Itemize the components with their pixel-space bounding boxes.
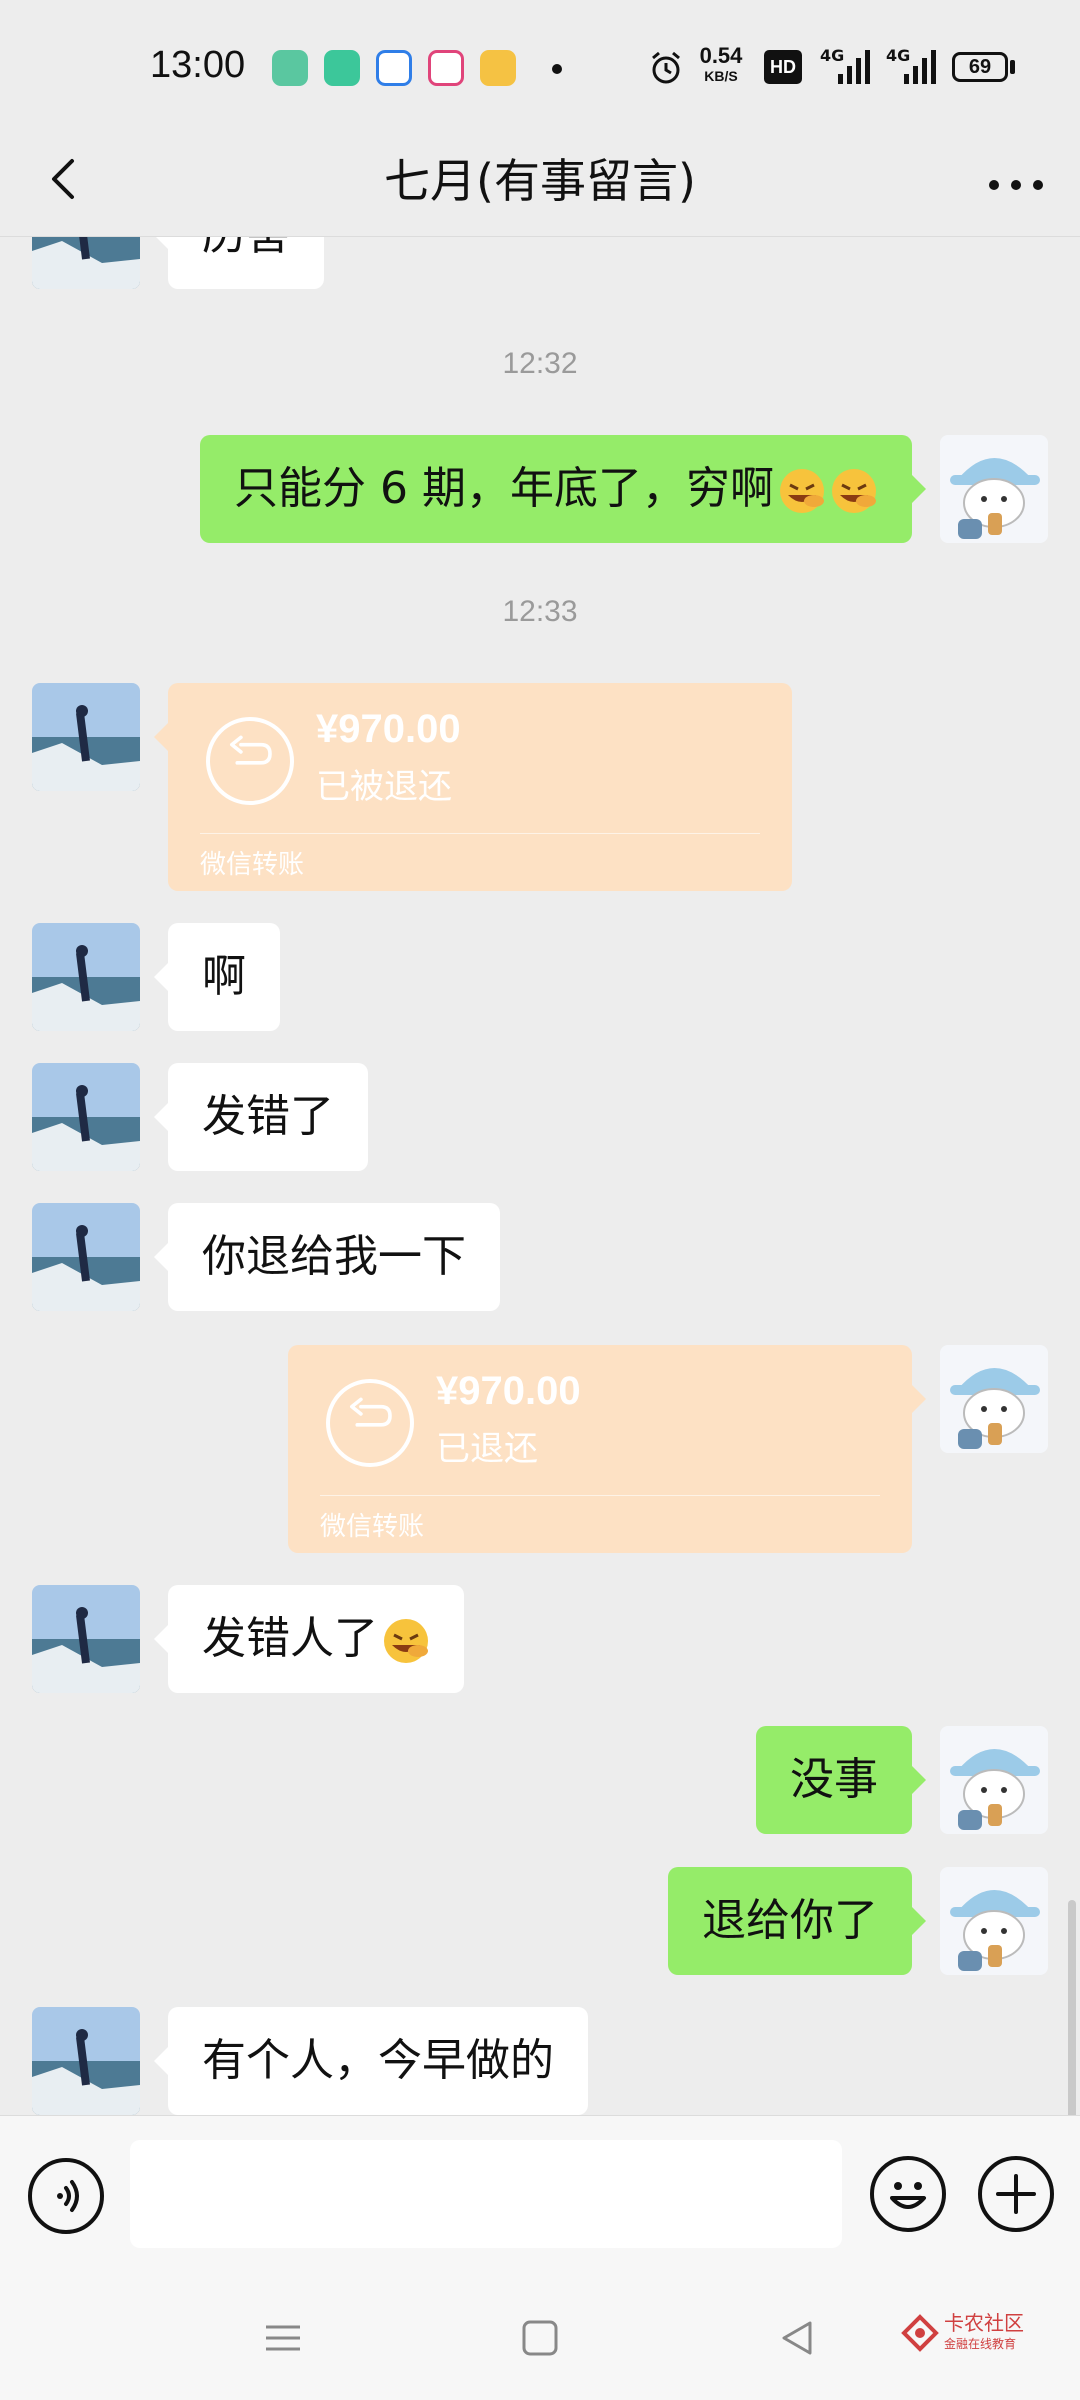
status-bar: 13:00 0.54 KB/S HD 4G 4G 69 <box>0 0 1080 135</box>
self-avatar-image <box>940 1726 1048 1834</box>
message-bubble[interactable]: 发错了 <box>154 1063 368 1171</box>
network-speed: 0.54 KB/S <box>696 43 746 86</box>
message-input[interactable] <box>130 2140 842 2248</box>
status-time: 13:00 <box>150 44 246 86</box>
contact-avatar[interactable] <box>32 2007 140 2115</box>
app-notification-icon <box>272 50 308 86</box>
timestamp: 12:33 <box>502 595 578 628</box>
watermark-logo-icon <box>901 2314 939 2352</box>
facepalm-laugh-emoji-icon <box>832 469 876 513</box>
message-bubble[interactable]: 没事 <box>756 1726 926 1834</box>
facepalm-laugh-emoji-icon <box>384 1619 428 1663</box>
contact-avatar[interactable] <box>32 237 140 289</box>
transfer-card[interactable]: ¥970.00 已退还 微信转账 <box>288 1345 926 1553</box>
self-avatar-image <box>940 435 1048 543</box>
network-speed-unit: KB/S <box>704 68 738 84</box>
network-speed-value: 0.54 <box>699 43 743 68</box>
voice-input-button[interactable] <box>28 2158 104 2234</box>
weibo-notification-icon <box>480 50 516 86</box>
watermark-subtext: 金融在线教育 <box>944 2337 1017 2351</box>
scrollbar[interactable] <box>1068 1900 1076 2115</box>
browser-notification-icon <box>376 50 412 86</box>
transfer-card[interactable]: ¥970.00 已被退还 微信转账 <box>154 683 792 891</box>
facepalm-laugh-emoji-icon <box>780 469 824 513</box>
message-bubble[interactable]: 只能分 6 期，年底了，穷啊 <box>200 435 926 543</box>
signal-4g-1: 4G <box>820 46 872 86</box>
watermark: 卡农社区 金融在线教育 <box>900 2303 1070 2363</box>
signal-4g-2: 4G <box>886 46 938 86</box>
contact-avatar-image <box>32 1585 140 1693</box>
transfer-label: 微信转账 <box>320 1512 425 1542</box>
phone-notification-icon <box>324 50 360 86</box>
contact-avatar[interactable] <box>32 683 140 791</box>
voice-wave-icon <box>57 2180 79 2212</box>
timestamp: 12:32 <box>502 347 578 380</box>
message-bubble[interactable]: 发错人了 <box>154 1585 464 1693</box>
message-bubble[interactable]: 啊 <box>154 923 280 1031</box>
self-avatar[interactable] <box>940 435 1048 543</box>
message-bubble[interactable]: 退给你了 <box>668 1867 926 1975</box>
contact-avatar[interactable] <box>32 923 140 1031</box>
smiley-icon <box>890 2182 926 2209</box>
contact-avatar[interactable] <box>32 1063 140 1171</box>
battery-icon: 69 <box>952 52 1008 82</box>
transfer-status: 已退还 <box>436 1429 538 1469</box>
hd-label: HD <box>770 57 796 77</box>
message-text: 发错人了 <box>202 1613 378 1664</box>
more-notifications-dot-icon <box>552 64 562 74</box>
self-avatar-image <box>940 1345 1048 1453</box>
chat-title: 七月(有事留言) <box>384 154 696 208</box>
message-bubble[interactable]: 历害 <box>154 237 324 289</box>
emoji-button[interactable] <box>870 2156 946 2232</box>
chat-header: 七月(有事留言) <box>0 135 1080 237</box>
contact-avatar-image <box>32 1203 140 1311</box>
self-avatar[interactable] <box>940 1867 1048 1975</box>
battery-level: 69 <box>968 56 992 78</box>
contact-avatar-image <box>32 2007 140 2115</box>
transfer-amount: ¥970.00 <box>436 1369 581 1413</box>
youku-notification-icon <box>428 50 464 86</box>
message-list[interactable]: 历害 12:32 只能分 6 期，年底了，穷啊 12:33 <box>0 237 1080 2115</box>
hd-badge: HD <box>764 50 802 84</box>
more-functions-button[interactable] <box>978 2156 1054 2232</box>
transfer-status: 已被退还 <box>316 767 452 807</box>
refund-arrow-icon <box>206 717 294 805</box>
transfer-divider <box>320 1495 880 1496</box>
signal-bars-icon <box>904 50 936 84</box>
message-bubble[interactable]: 有个人，今早做的 <box>154 2007 588 2115</box>
contact-avatar[interactable] <box>32 1203 140 1311</box>
refund-arrow-icon <box>326 1379 414 1467</box>
more-options-icon[interactable] <box>976 149 1056 209</box>
self-avatar[interactable] <box>940 1345 1048 1453</box>
alarm-icon <box>652 51 680 84</box>
transfer-label: 微信转账 <box>200 850 305 880</box>
contact-avatar-image <box>32 923 140 1031</box>
self-avatar-image <box>940 1867 1048 1975</box>
transfer-divider <box>200 833 760 834</box>
system-nav-bar: 卡农社区 金融在线教育 <box>0 2275 1080 2400</box>
plus-icon <box>996 2174 1036 2214</box>
contact-avatar[interactable] <box>32 1585 140 1693</box>
contact-avatar-image <box>32 683 140 791</box>
signal-bars-icon <box>838 50 870 84</box>
contact-avatar-image <box>32 237 140 289</box>
menu-nav-icon[interactable] <box>258 2313 308 2363</box>
input-bar <box>0 2115 1080 2275</box>
battery-tip <box>1010 60 1015 74</box>
message-bubble[interactable]: 你退给我一下 <box>154 1203 500 1311</box>
transfer-amount: ¥970.00 <box>316 707 461 751</box>
watermark-text: 卡农社区 <box>944 2311 1024 2335</box>
message-text: 只能分 6 期，年底了，穷啊 <box>234 463 774 514</box>
home-nav-icon[interactable] <box>515 2313 565 2363</box>
contact-avatar-image <box>32 1063 140 1171</box>
back-nav-icon[interactable] <box>772 2313 822 2363</box>
self-avatar[interactable] <box>940 1726 1048 1834</box>
